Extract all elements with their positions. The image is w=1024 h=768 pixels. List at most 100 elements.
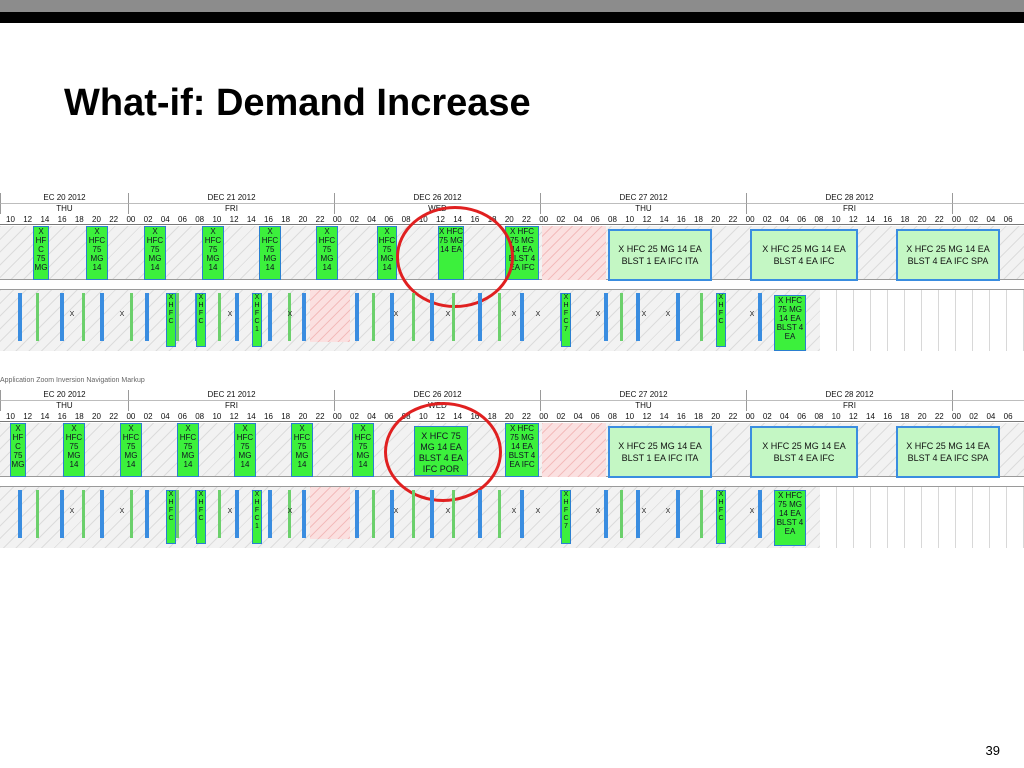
task-bar-wide[interactable]: X HFC 25 MG 14 EA BLST 4 EA IFC	[750, 229, 858, 281]
mini-task-label: X	[287, 311, 293, 318]
mini-task-bar[interactable]: X H F C 1	[252, 490, 262, 544]
hour-tick-label: 10	[625, 412, 635, 421]
task-bar-wide[interactable]: X HFC 25 MG 14 EA BLST 1 EA IFC ITA	[608, 426, 712, 478]
mini-task-marker	[145, 490, 149, 538]
task-bar[interactable]: X HF C 75 MG	[33, 226, 49, 280]
hour-tick-label: 00	[539, 412, 549, 421]
day-header: THU	[0, 204, 128, 214]
date-header-next	[952, 193, 1024, 204]
task-bar[interactable]: X HFC 75 MG 14	[177, 423, 199, 477]
mini-task-bar[interactable]: X H F C 7	[561, 490, 571, 544]
toolbar-strip: Application Zoom Inversion Navigation Ma…	[0, 377, 145, 384]
hour-tick-label: 20	[92, 215, 101, 224]
mini-task-label: X	[535, 311, 541, 318]
task-bar-wide[interactable]: X HFC 25 MG 14 EA BLST 4 EA IFC SPA	[896, 229, 1000, 281]
mini-task-bar[interactable]: X H F C	[166, 293, 176, 347]
date-header: DEC 27 2012	[540, 193, 746, 204]
mini-task-marker	[355, 490, 359, 538]
mini-task-marker	[100, 490, 104, 538]
resource-lane-secondary	[0, 289, 820, 351]
task-bar[interactable]: X HFC 75 MG 14 EA BLST 4 EA	[774, 490, 806, 546]
task-bar[interactable]: X HFC 75 MG 14	[120, 423, 142, 477]
hour-tick-label: 08	[814, 412, 824, 421]
hour-tick-label: 04	[160, 215, 170, 224]
mini-task-bar[interactable]: X H F C	[196, 293, 206, 347]
date-header: DEC 21 2012	[128, 390, 334, 401]
hour-tick-label: 04	[573, 215, 583, 224]
mini-task-marker	[302, 293, 306, 341]
hour-tick-label: 22	[934, 412, 944, 421]
hour-tick-label: 00	[126, 215, 136, 224]
hour-tick-label: 02	[762, 412, 772, 421]
maintenance-block	[542, 226, 606, 280]
mini-task-marker	[176, 293, 179, 341]
day-header: FRI	[128, 401, 334, 411]
mini-task-marker	[218, 490, 221, 538]
date-header-next	[952, 390, 1024, 401]
hour-tick-label: 22	[728, 412, 738, 421]
mini-task-label: X	[287, 508, 293, 515]
mini-task-marker	[430, 293, 434, 341]
task-bar[interactable]: X HFC 75 MG 14 EA BLST 4 EA IFC	[505, 423, 539, 477]
date-header: DEC 28 2012	[746, 193, 952, 204]
mini-task-bar[interactable]: X H F C	[196, 490, 206, 544]
task-bar[interactable]: X HFC 75 MG 14	[234, 423, 256, 477]
task-bar[interactable]: X HFC 75 MG 14	[144, 226, 166, 280]
hour-tick-label: 16	[57, 412, 67, 421]
hour-tick-label: 20	[711, 412, 721, 421]
hour-tick-label: 12	[848, 215, 858, 224]
maintenance-block	[310, 290, 350, 342]
date-header: DEC 27 2012	[540, 390, 746, 401]
hour-tick-label: 14	[659, 215, 669, 224]
hour-tick-label: 10	[831, 412, 841, 421]
mini-task-marker	[758, 490, 762, 538]
mini-task-marker	[82, 293, 85, 341]
mini-task-label: X	[595, 311, 601, 318]
mini-task-marker	[620, 490, 623, 538]
mini-task-marker	[130, 293, 133, 341]
hour-tick-label: 12	[23, 412, 33, 421]
date-header: DEC 26 2012	[334, 390, 540, 401]
task-bar[interactable]: X HF C 75 MG	[10, 423, 26, 477]
mini-task-bar[interactable]: X H F C 7	[561, 293, 571, 347]
mini-task-label: X	[445, 508, 451, 515]
task-bar[interactable]: X HFC 75 MG 14	[316, 226, 338, 280]
hour-tick-label: 20	[917, 215, 927, 224]
task-bar[interactable]: X HFC 75 MG 14	[63, 423, 85, 477]
hour-tick-label: 00	[952, 215, 961, 224]
task-bar-wide[interactable]: X HFC 25 MG 14 EA BLST 4 EA IFC SPA	[896, 426, 1000, 478]
hour-tick-label: 04	[160, 412, 170, 421]
mini-task-marker	[302, 490, 306, 538]
day-header: FRI	[128, 204, 334, 214]
hour-tick-label: 04	[780, 412, 789, 421]
task-bar[interactable]: X HFC 75 MG 14	[352, 423, 374, 477]
hour-tick-label: 00	[745, 215, 755, 224]
task-bar[interactable]: X HFC 75 MG 14 EA BLST 4 EA	[774, 295, 806, 351]
task-bar-wide[interactable]: X HFC 25 MG 14 EA BLST 4 EA IFC	[750, 426, 858, 478]
mini-task-marker	[268, 293, 272, 341]
task-bar-wide[interactable]: X HFC 25 MG 14 EA BLST 1 EA IFC ITA	[608, 229, 712, 281]
mini-task-bar[interactable]: X H F C 1	[252, 293, 262, 347]
mini-task-marker	[176, 490, 179, 538]
hour-tick-label: 16	[264, 215, 273, 224]
task-bar[interactable]: X HFC 75 MG 14	[377, 226, 397, 280]
task-bar[interactable]: X HFC 75 MG 14	[259, 226, 281, 280]
hour-tick-label: 08	[608, 215, 617, 224]
hour-tick-label: 02	[143, 215, 153, 224]
mini-task-bar[interactable]: X H F C	[166, 490, 176, 544]
day-header-row: THU FRI WED THU FRI	[0, 401, 1024, 411]
task-bar[interactable]: X HFC 75 MG 14	[291, 423, 313, 477]
hour-tick-label: 02	[143, 412, 153, 421]
date-header: DEC 28 2012	[746, 390, 952, 401]
hour-tick-label: 12	[642, 215, 652, 224]
task-bar[interactable]: X HFC 75 MG 14	[86, 226, 108, 280]
mini-task-bar[interactable]: X H F C	[716, 490, 726, 544]
task-bar[interactable]: X HFC 75 MG 14	[202, 226, 224, 280]
hour-tick-label: 20	[711, 215, 721, 224]
hour-tick-label: 12	[23, 215, 33, 224]
hour-tick-label: 06	[797, 412, 807, 421]
mini-task-marker	[18, 490, 22, 538]
hour-tick-label: 22	[728, 215, 738, 224]
day-header-next	[952, 204, 1024, 214]
mini-task-bar[interactable]: X H F C	[716, 293, 726, 347]
